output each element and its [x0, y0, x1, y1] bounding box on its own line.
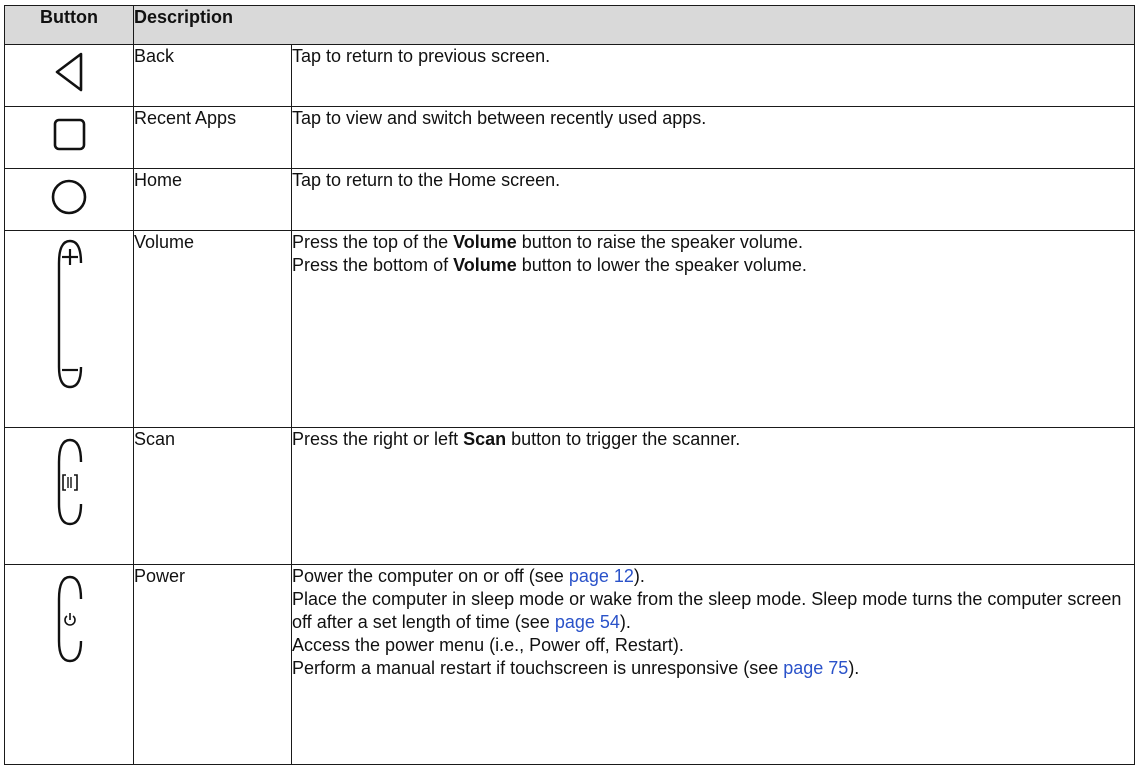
text-run: Place the computer in sleep mode or wake…: [292, 589, 1122, 633]
volume-rocker-icon: [57, 239, 83, 388]
table-header-row: Button Description: [4, 5, 1135, 45]
table-row-scan: Scan Press the right or left Scan button…: [4, 427, 1135, 566]
table-row-home: Home Tap to return to the Home screen.: [4, 167, 1135, 231]
text-run: Power the computer on or off (see: [292, 566, 569, 587]
description-line: Tap to return to the Home screen.: [292, 169, 561, 190]
text-run: Press the right or left: [292, 429, 464, 450]
description-line: Tap to return to previous screen.: [292, 46, 551, 66]
bold-term: Volume: [453, 254, 517, 275]
home-circle-icon: [51, 179, 87, 215]
text-run: ).: [633, 566, 645, 587]
icon-cell: [4, 229, 134, 429]
page-link[interactable]: page 75: [783, 658, 848, 678]
icon-cell: [4, 105, 134, 169]
table-row-volume: Volume Press the top of the Volume butto…: [4, 229, 1135, 429]
bold-term: Scan: [463, 429, 507, 450]
text-run: button to trigger the scanner.: [506, 429, 741, 450]
description-line: Press the top of the Volume button to ra…: [292, 231, 1134, 254]
table-row-recent-apps: Recent Apps Tap to view and switch betwe…: [4, 105, 1135, 169]
bold-term: Volume: [453, 231, 517, 252]
description-line: Access the power menu (i.e., Power off, …: [292, 635, 684, 656]
text-run: button to raise the speaker volume.: [516, 231, 803, 252]
header-button: Button: [4, 5, 134, 45]
description-line: Tap to view and switch between recently …: [292, 107, 707, 128]
button-name: Volume: [133, 229, 292, 429]
back-triangle-icon: [55, 52, 83, 92]
button-description: Tap to return to the Home screen.: [291, 167, 1135, 231]
icon-cell: [4, 44, 134, 107]
text-run: button to lower the speaker volume.: [516, 254, 807, 275]
button-description: Press the top of the Volume button to ra…: [291, 229, 1135, 429]
button-name: Power: [133, 564, 292, 765]
text-run: Press the bottom of: [292, 254, 454, 275]
description-line: Press the bottom of Volume button to low…: [292, 254, 1134, 277]
power-button-icon: [57, 575, 83, 663]
button-name: Scan: [133, 427, 292, 566]
header-description: Description: [133, 5, 1135, 45]
button-description-table: Button Description Back Tap to return to…: [4, 5, 1135, 765]
text-run: Perform a manual restart if touchscreen …: [292, 658, 784, 679]
button-name: Back: [133, 44, 292, 107]
button-description: Press the right or left Scan button to t…: [291, 427, 1135, 566]
description-line: Power the computer on or off (see page 1…: [292, 565, 1134, 588]
button-name: Recent Apps: [133, 105, 292, 169]
description-line: Place the computer in sleep mode or wake…: [292, 588, 1134, 634]
description-line: Press the right or left Scan button to t…: [292, 428, 1134, 451]
icon-cell: [4, 427, 134, 566]
text-run: Press the top of the: [292, 231, 454, 252]
button-name: Home: [133, 167, 292, 231]
recent-apps-square-icon: [53, 118, 86, 151]
text-run: ).: [848, 658, 860, 679]
icon-cell: [4, 167, 134, 231]
table-row-back: Back Tap to return to previous screen.: [4, 44, 1135, 107]
page-link[interactable]: page 54: [555, 612, 620, 632]
text-run: ).: [619, 612, 631, 633]
scan-button-icon: [57, 438, 83, 526]
button-description: Tap to view and switch between recently …: [291, 105, 1135, 169]
page-link[interactable]: page 12: [569, 566, 634, 586]
description-line: Perform a manual restart if touchscreen …: [292, 657, 1134, 680]
icon-cell: [4, 564, 134, 765]
button-description: Tap to return to previous screen.: [291, 44, 1135, 107]
table-row-power: Power Power the computer on or off (see …: [4, 564, 1135, 765]
button-description: Power the computer on or off (see page 1…: [291, 564, 1135, 765]
